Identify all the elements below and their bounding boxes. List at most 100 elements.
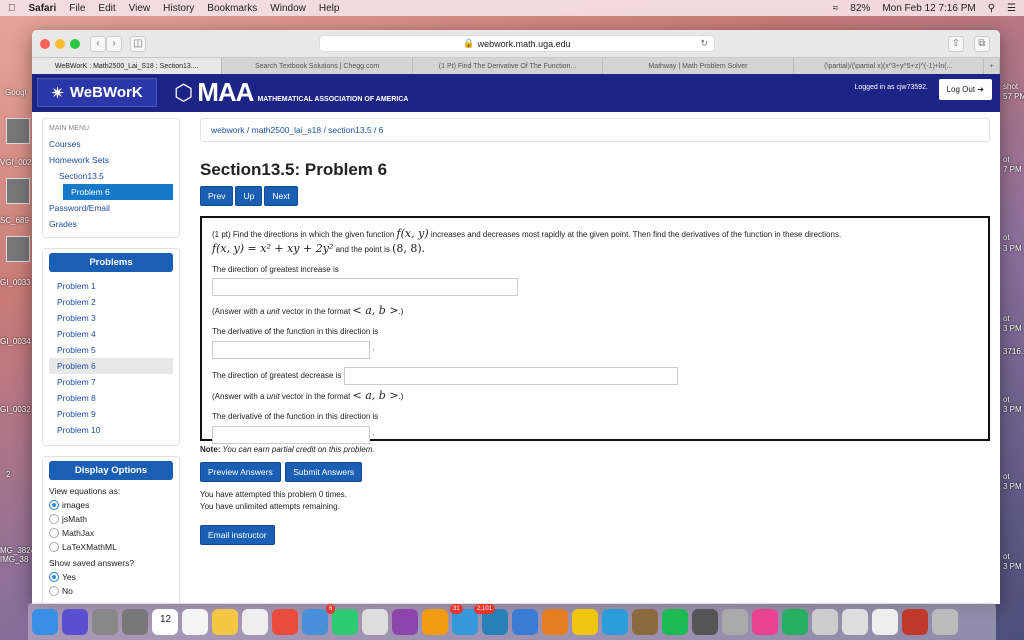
problem-link[interactable]: Problem 5: [49, 342, 173, 358]
zoom-window-button[interactable]: [70, 38, 80, 49]
dock-app-icon[interactable]: [62, 608, 88, 635]
dock-app-icon[interactable]: [272, 608, 298, 635]
dock-app-icon[interactable]: [812, 608, 838, 635]
menu-help[interactable]: Help: [319, 3, 340, 14]
problem-link[interactable]: Problem 1: [49, 278, 173, 294]
problem-link[interactable]: Problem 6: [49, 358, 173, 374]
minimize-window-button[interactable]: [55, 38, 65, 49]
dock-app-icon[interactable]: [392, 608, 418, 635]
menu-safari[interactable]: Safari: [29, 3, 57, 14]
dock-app-icon[interactable]: [662, 608, 688, 635]
close-window-button[interactable]: [40, 38, 50, 49]
radio-button[interactable]: [49, 528, 59, 538]
dock-app-icon[interactable]: [782, 608, 808, 635]
maa-logo[interactable]: ⬡ MAA MATHEMATICAL ASSOCIATION OF AMERIC…: [174, 78, 408, 106]
dock-app-icon[interactable]: [602, 608, 628, 635]
radio-button[interactable]: [49, 542, 59, 552]
tab-partial[interactable]: (\partial)/(\partial x)(x^3+y^5+z)^(-1)+…: [794, 58, 985, 74]
dock-app-icon[interactable]: [632, 608, 658, 635]
increase-direction-input[interactable]: [212, 278, 518, 297]
dock-app-icon[interactable]: [122, 608, 148, 635]
menu-file[interactable]: File: [69, 3, 85, 14]
dock-app-icon[interactable]: [692, 608, 718, 635]
courses-link[interactable]: Courses: [49, 136, 173, 152]
preview-answers-button[interactable]: Preview Answers: [200, 462, 281, 482]
dock-app-icon[interactable]: [332, 608, 358, 635]
decrease-direction-input[interactable]: [343, 367, 678, 386]
clock[interactable]: Mon Feb 12 7:16 PM: [882, 3, 975, 14]
submit-answers-button[interactable]: Submit Answers: [285, 462, 363, 482]
next-button[interactable]: Next: [264, 186, 298, 206]
email-instructor-button[interactable]: Email instructor: [200, 525, 275, 545]
share-icon[interactable]: ⇧: [948, 35, 964, 52]
menu-view[interactable]: View: [129, 3, 151, 14]
forward-icon[interactable]: ›: [106, 35, 122, 52]
dock-app-icon[interactable]: [752, 608, 778, 635]
tab-webwork[interactable]: WeBWorK : Math2500_Lai_S18 : Section13..…: [32, 58, 223, 74]
radio-button[interactable]: [49, 514, 59, 524]
problem-link[interactable]: Problem 10: [49, 422, 173, 438]
dock-app-icon[interactable]: [362, 608, 388, 635]
new-tab-button[interactable]: +: [984, 58, 1000, 74]
tabs-overview-icon[interactable]: ⧉: [974, 35, 990, 52]
radio-mathjax[interactable]: MathJax: [49, 526, 173, 540]
radio-button[interactable]: [49, 572, 59, 582]
desktop-file[interactable]: [6, 118, 30, 144]
tab-derivative[interactable]: (1 Pt) Find The Derivative Of The Functi…: [413, 58, 604, 74]
address-bar[interactable]: 🔒 webwork.math.uga.edu ↻: [319, 35, 715, 52]
menu-bookmarks[interactable]: Bookmarks: [207, 3, 257, 14]
grades-link[interactable]: Grades: [49, 216, 173, 232]
menu-edit[interactable]: Edit: [98, 3, 115, 14]
radio-button[interactable]: [49, 586, 59, 596]
dock-app-icon[interactable]: [872, 608, 898, 635]
battery-level[interactable]: 82%: [850, 3, 870, 14]
radio-no[interactable]: No: [49, 584, 173, 598]
homework-sets-link[interactable]: Homework Sets: [49, 152, 173, 168]
dock-app-icon[interactable]: [92, 608, 118, 635]
apple-icon[interactable]: : [8, 3, 16, 14]
desktop-file[interactable]: [6, 236, 30, 262]
problem-link[interactable]: Problem 9: [49, 406, 173, 422]
decrease-derivative-input[interactable]: [212, 425, 370, 444]
sidebar-icon[interactable]: ◫: [130, 35, 146, 52]
radio-jsmath[interactable]: jsMath: [49, 512, 173, 526]
problem-link[interactable]: Problem 3: [49, 310, 173, 326]
problem-link[interactable]: Problem 7: [49, 374, 173, 390]
dock-app-icon[interactable]: [182, 608, 208, 635]
radio-button[interactable]: [49, 500, 59, 510]
dock-app-icon[interactable]: [422, 608, 448, 635]
password-email-link[interactable]: Password/Email: [49, 200, 173, 216]
tab-mathway[interactable]: Mathway | Math Problem Solver: [603, 58, 794, 74]
back-icon[interactable]: ‹: [90, 35, 106, 52]
menu-window[interactable]: Window: [270, 3, 306, 14]
breadcrumb[interactable]: webwork / math2500_lai_s18 / section13.5…: [200, 118, 990, 142]
radio-latexmathml[interactable]: LaTeXMathML: [49, 540, 173, 554]
problem-link[interactable]: Problem 2: [49, 294, 173, 310]
increase-derivative-input[interactable]: [212, 341, 370, 360]
dock-app-icon[interactable]: [842, 608, 868, 635]
webwork-logo[interactable]: ✴ WeBWorK: [37, 78, 157, 107]
problem-link[interactable]: Problem 8: [49, 390, 173, 406]
dock-app-icon[interactable]: [572, 608, 598, 635]
dock-app-icon[interactable]: [32, 608, 58, 635]
dock-app-icon[interactable]: [302, 608, 328, 635]
section-link[interactable]: Section13.5: [49, 168, 173, 184]
wifi-icon[interactable]: ≈: [833, 3, 839, 14]
reload-icon[interactable]: ↻: [700, 38, 708, 49]
desktop-file[interactable]: [6, 178, 30, 204]
tab-chegg[interactable]: Search Textbook Solutions | Chegg.com: [222, 58, 413, 74]
dock-app-icon[interactable]: [242, 608, 268, 635]
dock-app-icon[interactable]: [512, 608, 538, 635]
dock-app-icon[interactable]: [212, 608, 238, 635]
spotlight-icon[interactable]: ⚲: [988, 3, 995, 14]
notification-icon[interactable]: ☰: [1007, 3, 1016, 14]
menu-history[interactable]: History: [163, 3, 194, 14]
up-button[interactable]: Up: [235, 186, 263, 206]
problem-link[interactable]: Problem 4: [49, 326, 173, 342]
dock-app-icon[interactable]: [932, 608, 958, 635]
radio-images[interactable]: images: [49, 498, 173, 512]
prev-button[interactable]: Prev: [200, 186, 234, 206]
dock-app-icon[interactable]: [902, 608, 928, 635]
radio-yes[interactable]: Yes: [49, 570, 173, 584]
dock-app-icon[interactable]: [722, 608, 748, 635]
